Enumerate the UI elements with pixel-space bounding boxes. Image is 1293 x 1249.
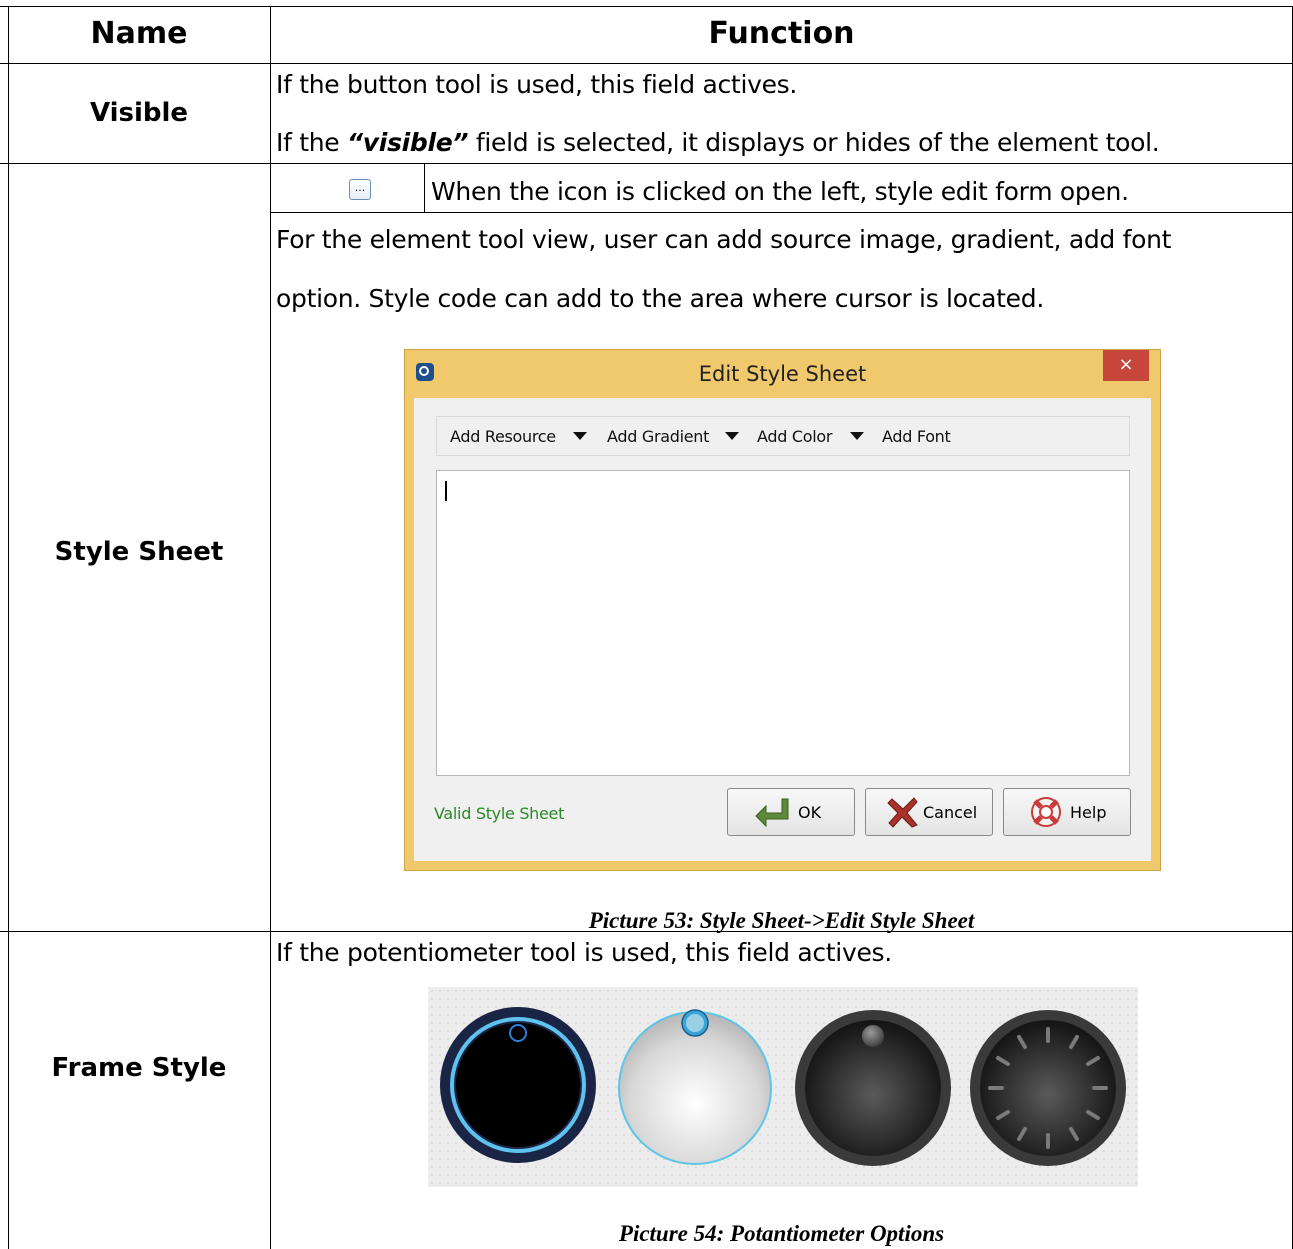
frame-line-1: If the potentiometer tool is used, this …	[276, 938, 892, 967]
help-label: Help	[1070, 803, 1107, 822]
caption-picture-54: Picture 54: Potantiometer Options	[618, 1221, 945, 1246]
text-cursor	[445, 481, 447, 501]
dialog-title: Edit Style Sheet	[698, 362, 867, 386]
knob-dark-gray-ticks	[970, 1010, 1126, 1166]
ellipsis-button-icon[interactable]: ...	[349, 179, 371, 200]
add-color-menu[interactable]: Add Color	[757, 427, 832, 446]
icon-description: When the icon is clicked on the left, st…	[431, 177, 1129, 206]
style-para-line-2: option. Style code can add to the area w…	[276, 284, 1044, 313]
column-divider	[270, 6, 271, 1249]
icon-cell-divider	[424, 163, 425, 212]
ok-label: OK	[798, 803, 822, 822]
icon-row-bottom-border	[270, 212, 1293, 213]
potentiometer-knobs	[440, 1007, 1126, 1166]
style-para-line-1: For the element tool view, user can add …	[276, 225, 1172, 254]
row-name-visible: Visible	[89, 98, 189, 128]
caption-picture-53: Picture 53: Style Sheet->Edit Style Shee…	[588, 908, 975, 933]
help-button[interactable]: Help	[1003, 788, 1131, 836]
visible-line-2-suffix: field is selected, it displays or hides …	[468, 128, 1160, 157]
cancel-button[interactable]: Cancel	[865, 788, 993, 836]
header-bottom-border	[0, 63, 1293, 64]
knob-dark-blue-ring	[440, 1007, 596, 1163]
visible-emphasis: “visible”	[347, 128, 469, 157]
visible-row-bottom-border	[0, 163, 1293, 164]
header-name: Name	[90, 16, 188, 51]
style-toolbar: Add Resource Add Gradient Add Color Add …	[436, 416, 1130, 456]
knob-dark-gray	[795, 1010, 951, 1166]
potentiometer-preview-panel	[428, 987, 1138, 1187]
knob-light-silver	[618, 1009, 772, 1165]
dialog-body: Add Resource Add Gradient Add Color Add …	[414, 398, 1151, 861]
add-font-menu[interactable]: Add Font	[882, 427, 951, 446]
row-name-style-sheet: Style Sheet	[54, 537, 224, 567]
ok-button[interactable]: OK	[727, 788, 855, 836]
chevron-down-icon[interactable]	[573, 432, 587, 440]
add-resource-menu[interactable]: Add Resource	[450, 427, 556, 446]
edit-style-sheet-dialog: Edit Style Sheet × Add Resource Add Grad…	[404, 349, 1161, 871]
chevron-down-icon[interactable]	[850, 432, 864, 440]
cancel-x-icon	[887, 797, 918, 828]
row-name-frame-style: Frame Style	[51, 1053, 227, 1083]
chevron-down-icon[interactable]	[725, 432, 739, 440]
header-function: Function	[708, 16, 855, 51]
dialog-title-bar: Edit Style Sheet ×	[405, 350, 1160, 398]
table-top-border	[0, 6, 1293, 7]
cancel-label: Cancel	[923, 803, 978, 822]
ok-arrow-icon	[755, 798, 789, 828]
status-text: Valid Style Sheet	[434, 804, 565, 823]
lifebuoy-icon	[1031, 797, 1061, 827]
style-code-editor[interactable]	[436, 470, 1130, 776]
add-gradient-menu[interactable]: Add Gradient	[607, 427, 709, 446]
visible-line-1: If the button tool is used, this field a…	[276, 70, 798, 99]
visible-line-2: If the “visible” field is selected, it d…	[276, 128, 1160, 157]
close-icon[interactable]: ×	[1103, 350, 1149, 381]
visible-line-2-prefix: If the	[276, 128, 347, 157]
